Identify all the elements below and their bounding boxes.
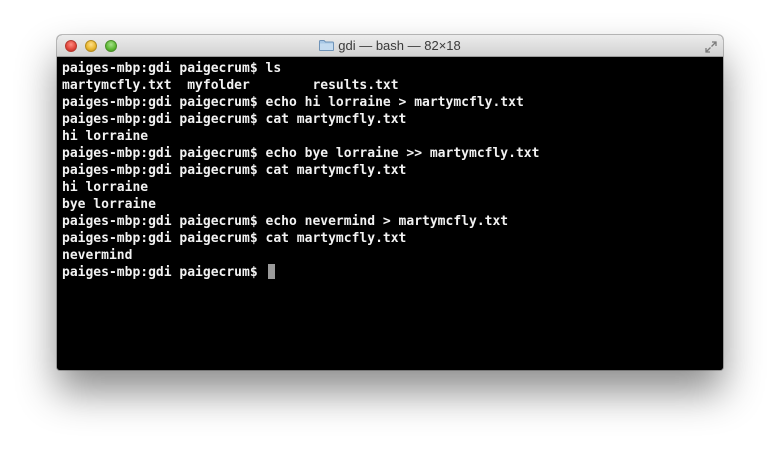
terminal-line: paiges-mbp:gdi paigecrum$ cat martymcfly… <box>62 231 407 246</box>
terminal-prompt-line[interactable]: paiges-mbp:gdi paigecrum$ <box>62 264 718 281</box>
fullscreen-icon[interactable] <box>705 40 717 53</box>
terminal-line: bye lorraine <box>62 197 156 212</box>
terminal-prompt: paiges-mbp:gdi paigecrum$ <box>62 265 266 280</box>
terminal-output[interactable]: paiges-mbp:gdi paigecrum$ ls martymcfly.… <box>57 57 723 370</box>
terminal-line: martymcfly.txt myfolder results.txt <box>62 78 399 93</box>
terminal-line: paiges-mbp:gdi paigecrum$ ls <box>62 61 282 76</box>
terminal-line: paiges-mbp:gdi paigecrum$ cat martymcfly… <box>62 163 407 178</box>
title-bar[interactable]: gdi — bash — 82×18 <box>57 35 723 57</box>
folder-icon <box>319 40 335 51</box>
terminal-line: paiges-mbp:gdi paigecrum$ echo bye lorra… <box>62 146 540 161</box>
terminal-line: nevermind <box>62 248 133 263</box>
text-cursor <box>267 264 275 279</box>
window-title: gdi — bash — 82×18 <box>338 38 461 53</box>
window-title-area: gdi — bash — 82×18 <box>57 35 723 57</box>
terminal-line: paiges-mbp:gdi paigecrum$ echo nevermind… <box>62 214 509 229</box>
terminal-line: hi lorraine <box>62 180 149 195</box>
terminal-line: paiges-mbp:gdi paigecrum$ cat martymcfly… <box>62 112 407 127</box>
terminal-line: hi lorraine <box>62 129 149 144</box>
terminal-window: gdi — bash — 82×18 paiges-mbp:gdi paigec… <box>57 35 723 370</box>
terminal-line: paiges-mbp:gdi paigecrum$ echo hi lorrai… <box>62 95 524 110</box>
